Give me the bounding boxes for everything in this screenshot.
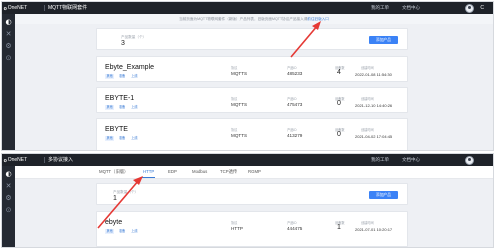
arrow-to-http-tab (97, 176, 143, 229)
arrow-to-legacy-link (290, 21, 321, 58)
annotation-arrows (97, 21, 321, 229)
